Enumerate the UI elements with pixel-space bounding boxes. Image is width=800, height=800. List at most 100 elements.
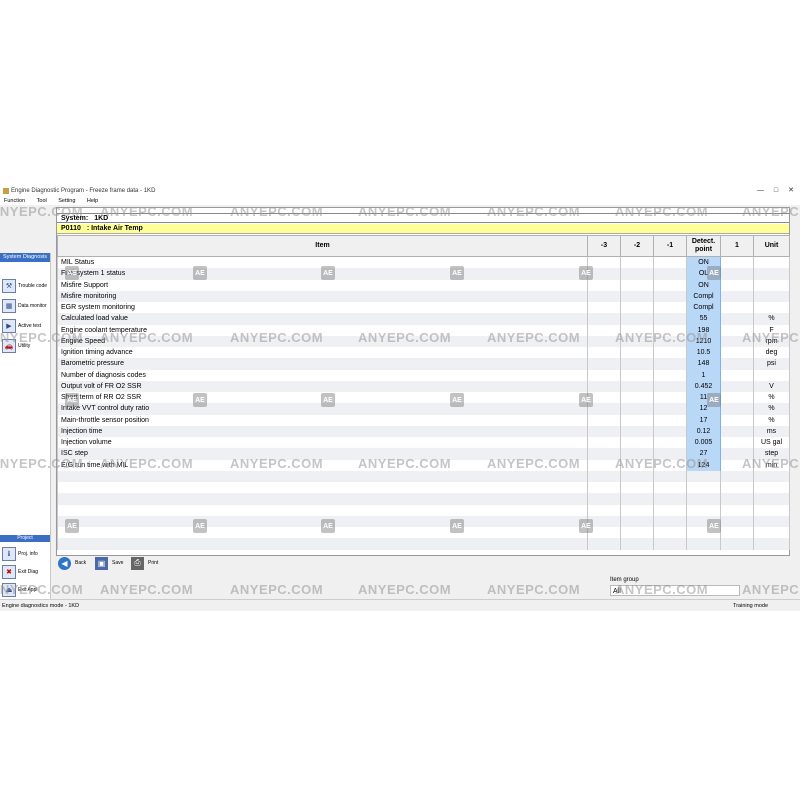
column-header-detect-point[interactable]: Detect. point [686,235,721,257]
table-row-empty [57,527,790,539]
cell-minus2 [620,335,654,347]
cell-empty [753,482,790,494]
cell-minus3 [587,313,621,325]
cell-empty [57,515,588,527]
cell-plus1 [720,414,754,426]
table-row[interactable]: Engine coolant temperature 198 F [57,324,790,336]
project-item-exit-appl[interactable]: ⏏ Exit Appl [2,581,48,599]
cell-item: E/G run time with MIL [57,459,588,471]
table-row[interactable]: Short term of RR O2 SSR 11% [57,392,790,404]
system-bar: System: 1KD [57,213,789,223]
table-row[interactable]: Ignition timing advance 10.5 deg [57,347,790,359]
table-row[interactable]: Misfire monitoring Compl [57,290,790,302]
cell-empty [753,515,790,527]
table-row[interactable]: Injection volume 0.005 US gal [57,437,790,449]
cell-plus1 [720,256,754,269]
cell-empty [653,493,687,505]
cell-detect-point: 17 [686,414,721,426]
menu-function[interactable]: Function [4,198,25,204]
project-item-exit-diag[interactable]: ✖ Exit Diag [2,563,48,581]
sidebar-header[interactable]: System Diagnosis [0,253,50,262]
sidebar-item-label: Trouble code [18,283,47,289]
table-row[interactable]: Engine Speed 1210 rpm [57,335,790,347]
table-row[interactable]: Injection time 0.12 ms [57,425,790,437]
status-divider [0,599,800,600]
cell-minus2 [620,380,654,392]
cell-minus3 [587,279,621,291]
sidebar-item-utility[interactable]: 🚗 Utility [2,337,48,355]
column-header-item[interactable]: Item [57,235,588,257]
cell-item: Intake VVT control duty ratio [57,403,588,415]
save-label: Save [112,560,124,566]
cell-detect-point: 10.5 [686,347,721,359]
cell-detect-point: ON [686,279,721,291]
column-header-plus1[interactable]: 1 [720,235,754,257]
item-group-select[interactable]: All [610,585,740,596]
column-header-minus3[interactable]: -3 [587,235,621,257]
cell-empty [753,504,790,516]
column-header-minus1[interactable]: -1 [653,235,687,257]
table-row[interactable]: Number of diagnosis codes 1 [57,369,790,381]
maximize-button[interactable]: □ [774,185,778,197]
cell-minus3 [587,414,621,426]
cell-unit [753,369,790,381]
cell-minus2 [620,279,654,291]
cell-minus2 [620,414,654,426]
back-button[interactable]: ◀ Back [58,555,86,571]
table-row[interactable]: Barometric pressure 148 psi [57,358,790,370]
cell-empty [587,470,621,482]
sidebar-item-trouble-code[interactable]: ⚒ Trouble code [2,277,48,295]
table-row[interactable]: E/G run time with MIL 124 min [57,459,790,471]
table-row[interactable]: Intake VVT control duty ratio 12% [57,403,790,415]
save-icon: ▣ [95,556,108,570]
cell-unit [753,302,790,314]
cell-minus1 [653,302,687,314]
cell-empty [720,470,754,482]
info-icon: ℹ [2,547,16,561]
sidebar-item-data-monitor[interactable]: ▦ Data monitor [2,297,48,315]
table-row[interactable]: Main-throttle sensor position 17% [57,414,790,426]
table-row[interactable]: MIL Status ON [57,256,790,269]
save-button[interactable]: ▣ Save [95,555,123,571]
cell-item: Fuel system 1 status [57,268,588,280]
table-row[interactable]: Misfire Support ON [57,279,790,291]
menu-tool[interactable]: Tool [37,198,47,204]
table-body: MIL Status ON Fuel system 1 status OL Misfir… [57,256,790,550]
cell-item: Main-throttle sensor position [57,414,588,426]
cell-empty [587,482,621,494]
cell-item: Engine Speed [57,335,588,347]
table-row[interactable]: EGR system monitoring Compl [57,302,790,314]
menu-help[interactable]: Help [87,198,98,204]
column-header-unit[interactable]: Unit [753,235,790,257]
cell-empty [753,527,790,539]
cell-detect-point: 27 [686,448,721,460]
minimize-button[interactable]: — [757,185,764,197]
item-group-label: Item group [610,577,639,583]
cell-unit [753,268,790,280]
table-row[interactable]: Fuel system 1 status OL [57,268,790,280]
cell-plus1 [720,268,754,280]
cell-empty [620,470,654,482]
print-button[interactable]: ⎙ Print [131,555,158,571]
app-icon [3,188,9,194]
sidebar: System Diagnosis ⚒ Trouble code ▦ Data m… [0,253,51,599]
project-item-info[interactable]: ℹ Proj. info [2,545,48,563]
cell-plus1 [720,437,754,449]
cell-minus1 [653,313,687,325]
cell-unit [753,290,790,302]
monitor-icon: ▦ [2,299,16,313]
cell-unit: % [753,403,790,415]
cell-empty [587,504,621,516]
table-row[interactable]: Calculated load value 55% [57,313,790,325]
sidebar-item-active-test[interactable]: ▶ Active test [2,317,48,335]
cell-empty [653,470,687,482]
table-row[interactable]: ISC step 27 step [57,448,790,460]
table-row[interactable]: Output volt of FR O2 SSR 0.452 V [57,380,790,392]
menu-setting[interactable]: Setting [58,198,75,204]
project-item-label: Exit Appl [18,587,38,593]
close-button[interactable]: ✕ [788,185,794,197]
column-header-minus2[interactable]: -2 [620,235,654,257]
cell-minus2 [620,302,654,314]
print-label: Print [148,560,159,566]
cell-detect-point: Compl [686,290,721,302]
